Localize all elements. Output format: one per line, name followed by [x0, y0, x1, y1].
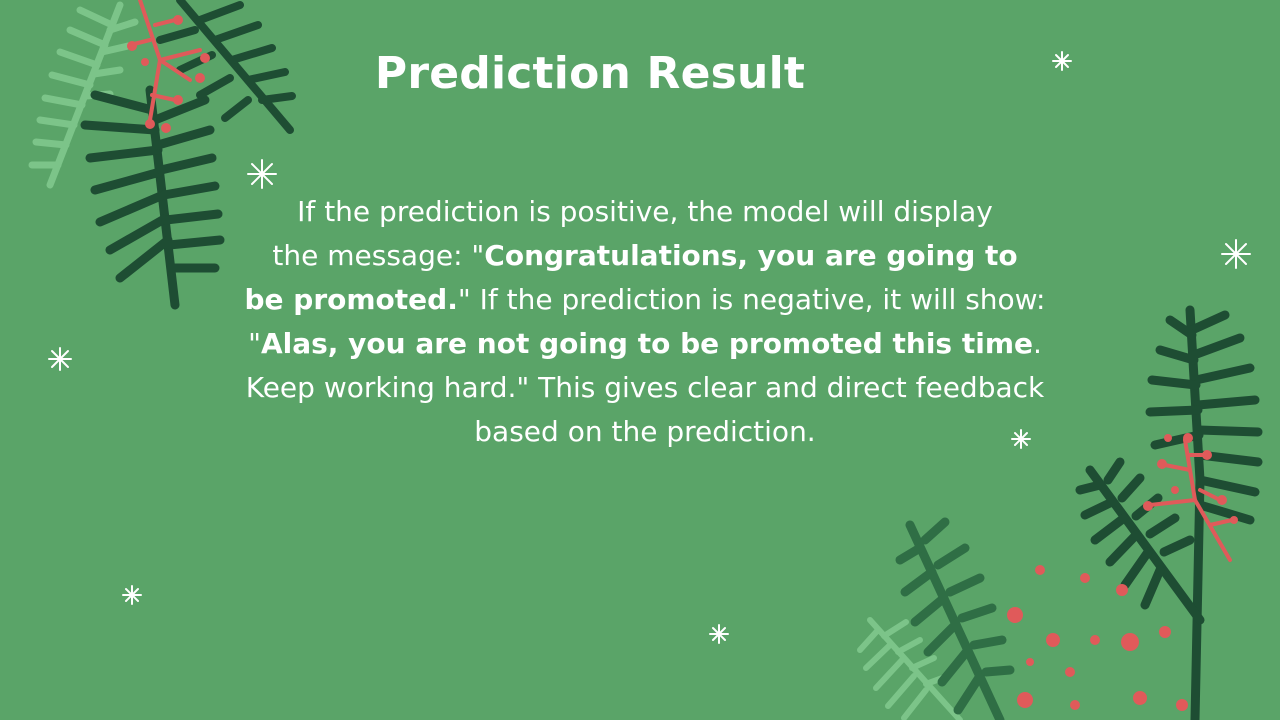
slide: Prediction Result If the prediction is p… — [0, 0, 1280, 720]
slide-title: Prediction Result — [374, 48, 806, 99]
line-6-text: based on the prediction. — [474, 415, 816, 448]
line-1-text: If the prediction is positive, the model… — [297, 195, 993, 228]
positive-message-part-2: be promoted. — [244, 283, 458, 316]
positive-message-part-1: Congratulations, you are going to — [484, 239, 1018, 272]
line-4-end: . — [1033, 327, 1042, 360]
line-5-text: Keep working hard." This gives clear and… — [245, 371, 1045, 404]
line-4-quote: " — [248, 327, 261, 360]
text-line-6: based on the prediction. — [180, 410, 1110, 454]
prediction-description: If the prediction is positive, the model… — [180, 190, 1110, 454]
line-2-prefix: the message: " — [272, 239, 485, 272]
negative-message: Alas, you are not going to be promoted t… — [260, 327, 1033, 360]
mid-fern-bottom-right — [895, 517, 1015, 720]
text-line-3: be promoted." If the prediction is negat… — [180, 278, 1110, 322]
text-line-1: If the prediction is positive, the model… — [180, 190, 1110, 234]
text-line-2: the message: "Congratulations, you are g… — [180, 234, 1110, 278]
text-line-4: "Alas, you are not going to be promoted … — [180, 322, 1110, 366]
text-line-5: Keep working hard." This gives clear and… — [180, 366, 1110, 410]
line-3-rest: " If the prediction is negative, it will… — [457, 283, 1046, 316]
